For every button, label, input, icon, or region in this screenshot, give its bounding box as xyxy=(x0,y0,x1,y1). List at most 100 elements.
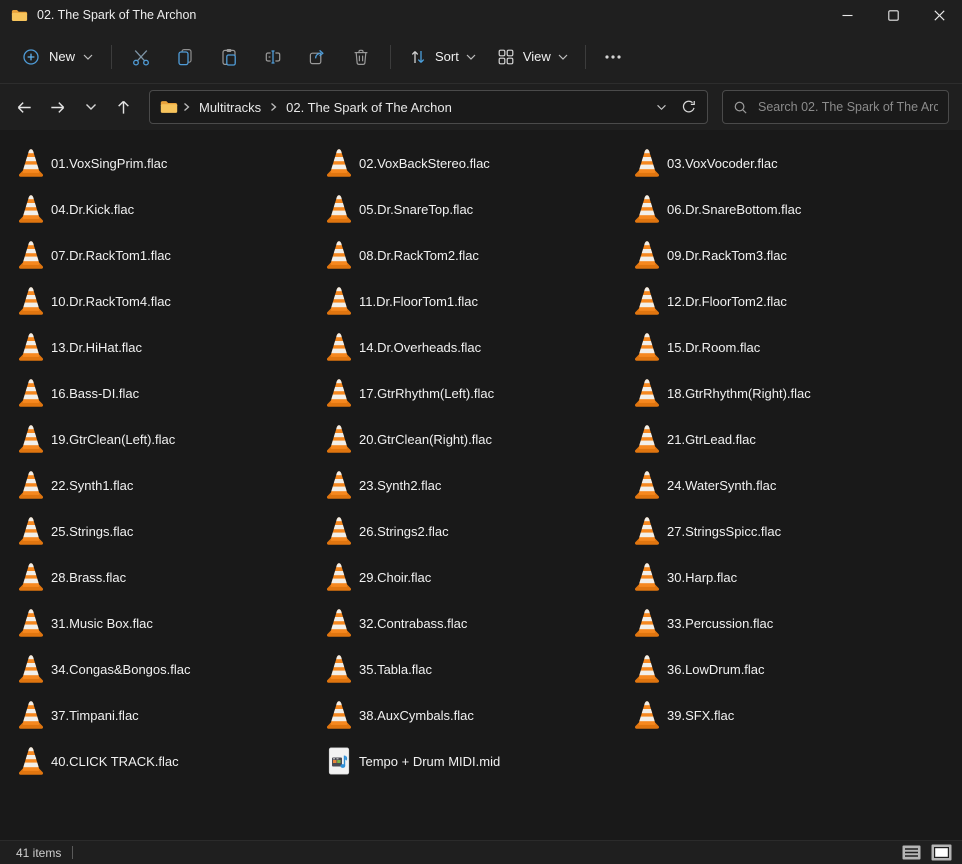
file-item[interactable]: 01.VoxSingPrim.flac xyxy=(0,140,308,186)
file-name: Tempo + Drum MIDI.mid xyxy=(359,754,500,769)
file-item[interactable]: 13.Dr.HiHat.flac xyxy=(0,324,308,370)
file-item[interactable]: 03.VoxVocoder.flac xyxy=(616,140,924,186)
vlc-cone-icon xyxy=(326,424,352,454)
file-explorer-window: 02. The Spark of The Archon New xyxy=(0,0,962,864)
file-item[interactable]: 38.AuxCymbals.flac xyxy=(308,692,616,738)
recent-locations-button[interactable] xyxy=(74,90,107,124)
file-item[interactable]: 05.Dr.SnareTop.flac xyxy=(308,186,616,232)
search-box[interactable] xyxy=(722,90,949,124)
minimize-button[interactable] xyxy=(824,0,870,30)
vlc-cone-icon xyxy=(634,608,660,638)
file-name: 26.Strings2.flac xyxy=(359,524,449,539)
vlc-cone-icon xyxy=(18,516,44,546)
copy-button[interactable] xyxy=(163,39,207,75)
file-item[interactable]: 39.SFX.flac xyxy=(616,692,924,738)
file-item[interactable]: 21.GtrLead.flac xyxy=(616,416,924,462)
rename-button[interactable] xyxy=(251,39,295,75)
delete-button[interactable] xyxy=(339,39,383,75)
file-name: 29.Choir.flac xyxy=(359,570,431,585)
maximize-button[interactable] xyxy=(870,0,916,30)
file-item[interactable]: 02.VoxBackStereo.flac xyxy=(308,140,616,186)
details-view-button[interactable] xyxy=(898,843,924,863)
file-item[interactable]: 29.Choir.flac xyxy=(308,554,616,600)
file-item[interactable]: 15.Dr.Room.flac xyxy=(616,324,924,370)
file-name: 06.Dr.SnareBottom.flac xyxy=(667,202,801,217)
vlc-cone-icon xyxy=(634,286,660,316)
sort-icon xyxy=(408,47,428,67)
file-name: 30.Harp.flac xyxy=(667,570,737,585)
file-item[interactable]: 32.Contrabass.flac xyxy=(308,600,616,646)
file-item[interactable]: 37.Timpani.flac xyxy=(0,692,308,738)
thumbnail-view-icon xyxy=(931,844,952,861)
midi-file-icon xyxy=(326,746,352,776)
vlc-cone-icon xyxy=(326,562,352,592)
chevron-down-icon xyxy=(83,54,93,60)
file-item[interactable]: 23.Synth2.flac xyxy=(308,462,616,508)
address-bar[interactable]: Multitracks 02. The Spark of The Archon xyxy=(149,90,708,124)
file-name: 02.VoxBackStereo.flac xyxy=(359,156,490,171)
item-count: 41 items xyxy=(16,846,61,860)
cut-button[interactable] xyxy=(119,39,163,75)
vlc-cone-icon xyxy=(18,240,44,270)
file-item[interactable]: 06.Dr.SnareBottom.flac xyxy=(616,186,924,232)
file-item[interactable]: 19.GtrClean(Left).flac xyxy=(0,416,308,462)
status-bar: 41 items xyxy=(0,840,962,864)
forward-button[interactable] xyxy=(41,90,74,124)
file-item[interactable]: 17.GtrRhythm(Left).flac xyxy=(308,370,616,416)
file-item[interactable]: 40.CLICK TRACK.flac xyxy=(0,738,308,784)
file-item[interactable]: 22.Synth1.flac xyxy=(0,462,308,508)
vlc-cone-icon xyxy=(634,470,660,500)
file-item[interactable]: 26.Strings2.flac xyxy=(308,508,616,554)
minimize-icon xyxy=(842,10,853,21)
file-item[interactable]: 12.Dr.FloorTom2.flac xyxy=(616,278,924,324)
file-item[interactable]: 11.Dr.FloorTom1.flac xyxy=(308,278,616,324)
file-item[interactable]: 27.StringsSpicc.flac xyxy=(616,508,924,554)
share-icon xyxy=(307,47,327,67)
refresh-icon xyxy=(681,99,697,115)
file-item[interactable]: 35.Tabla.flac xyxy=(308,646,616,692)
file-item[interactable]: 10.Dr.RackTom4.flac xyxy=(0,278,308,324)
vlc-cone-icon xyxy=(326,654,352,684)
file-item[interactable]: 04.Dr.Kick.flac xyxy=(0,186,308,232)
file-item[interactable]: 31.Music Box.flac xyxy=(0,600,308,646)
file-item[interactable]: 28.Brass.flac xyxy=(0,554,308,600)
file-item[interactable]: 09.Dr.RackTom3.flac xyxy=(616,232,924,278)
refresh-button[interactable] xyxy=(675,93,703,121)
file-item[interactable]: 36.LowDrum.flac xyxy=(616,646,924,692)
file-name: 01.VoxSingPrim.flac xyxy=(51,156,167,171)
sort-button[interactable]: Sort xyxy=(398,39,486,75)
file-item[interactable]: 33.Percussion.flac xyxy=(616,600,924,646)
vlc-cone-icon xyxy=(18,700,44,730)
file-item[interactable]: 24.WaterSynth.flac xyxy=(616,462,924,508)
file-item[interactable]: 14.Dr.Overheads.flac xyxy=(308,324,616,370)
file-item[interactable]: 25.Strings.flac xyxy=(0,508,308,554)
share-button[interactable] xyxy=(295,39,339,75)
vlc-cone-icon xyxy=(326,332,352,362)
breadcrumb-item-multitracks[interactable]: Multitracks xyxy=(195,100,265,115)
file-item[interactable]: 18.GtrRhythm(Right).flac xyxy=(616,370,924,416)
file-item[interactable]: Tempo + Drum MIDI.mid xyxy=(308,738,616,784)
vlc-cone-icon xyxy=(326,700,352,730)
file-name: 08.Dr.RackTom2.flac xyxy=(359,248,479,263)
breadcrumb-item-current-folder[interactable]: 02. The Spark of The Archon xyxy=(282,100,456,115)
file-item[interactable]: 07.Dr.RackTom1.flac xyxy=(0,232,308,278)
search-input[interactable] xyxy=(758,100,938,114)
previous-locations-button[interactable] xyxy=(647,93,675,121)
thumbnail-view-button[interactable] xyxy=(928,843,954,863)
file-item[interactable]: 20.GtrClean(Right).flac xyxy=(308,416,616,462)
new-button[interactable]: New xyxy=(10,39,104,75)
up-button[interactable] xyxy=(107,90,140,124)
see-more-button[interactable] xyxy=(593,39,633,75)
file-item[interactable]: 16.Bass-DI.flac xyxy=(0,370,308,416)
file-name: 23.Synth2.flac xyxy=(359,478,441,493)
file-name: 11.Dr.FloorTom1.flac xyxy=(359,294,478,309)
view-button[interactable]: View xyxy=(486,39,578,75)
vlc-cone-icon xyxy=(18,746,44,776)
paste-button[interactable] xyxy=(207,39,251,75)
file-item[interactable]: 34.Congas&Bongos.flac xyxy=(0,646,308,692)
back-button[interactable] xyxy=(8,90,41,124)
file-item[interactable]: 08.Dr.RackTom2.flac xyxy=(308,232,616,278)
vlc-cone-icon xyxy=(634,332,660,362)
file-item[interactable]: 30.Harp.flac xyxy=(616,554,924,600)
close-button[interactable] xyxy=(916,0,962,30)
